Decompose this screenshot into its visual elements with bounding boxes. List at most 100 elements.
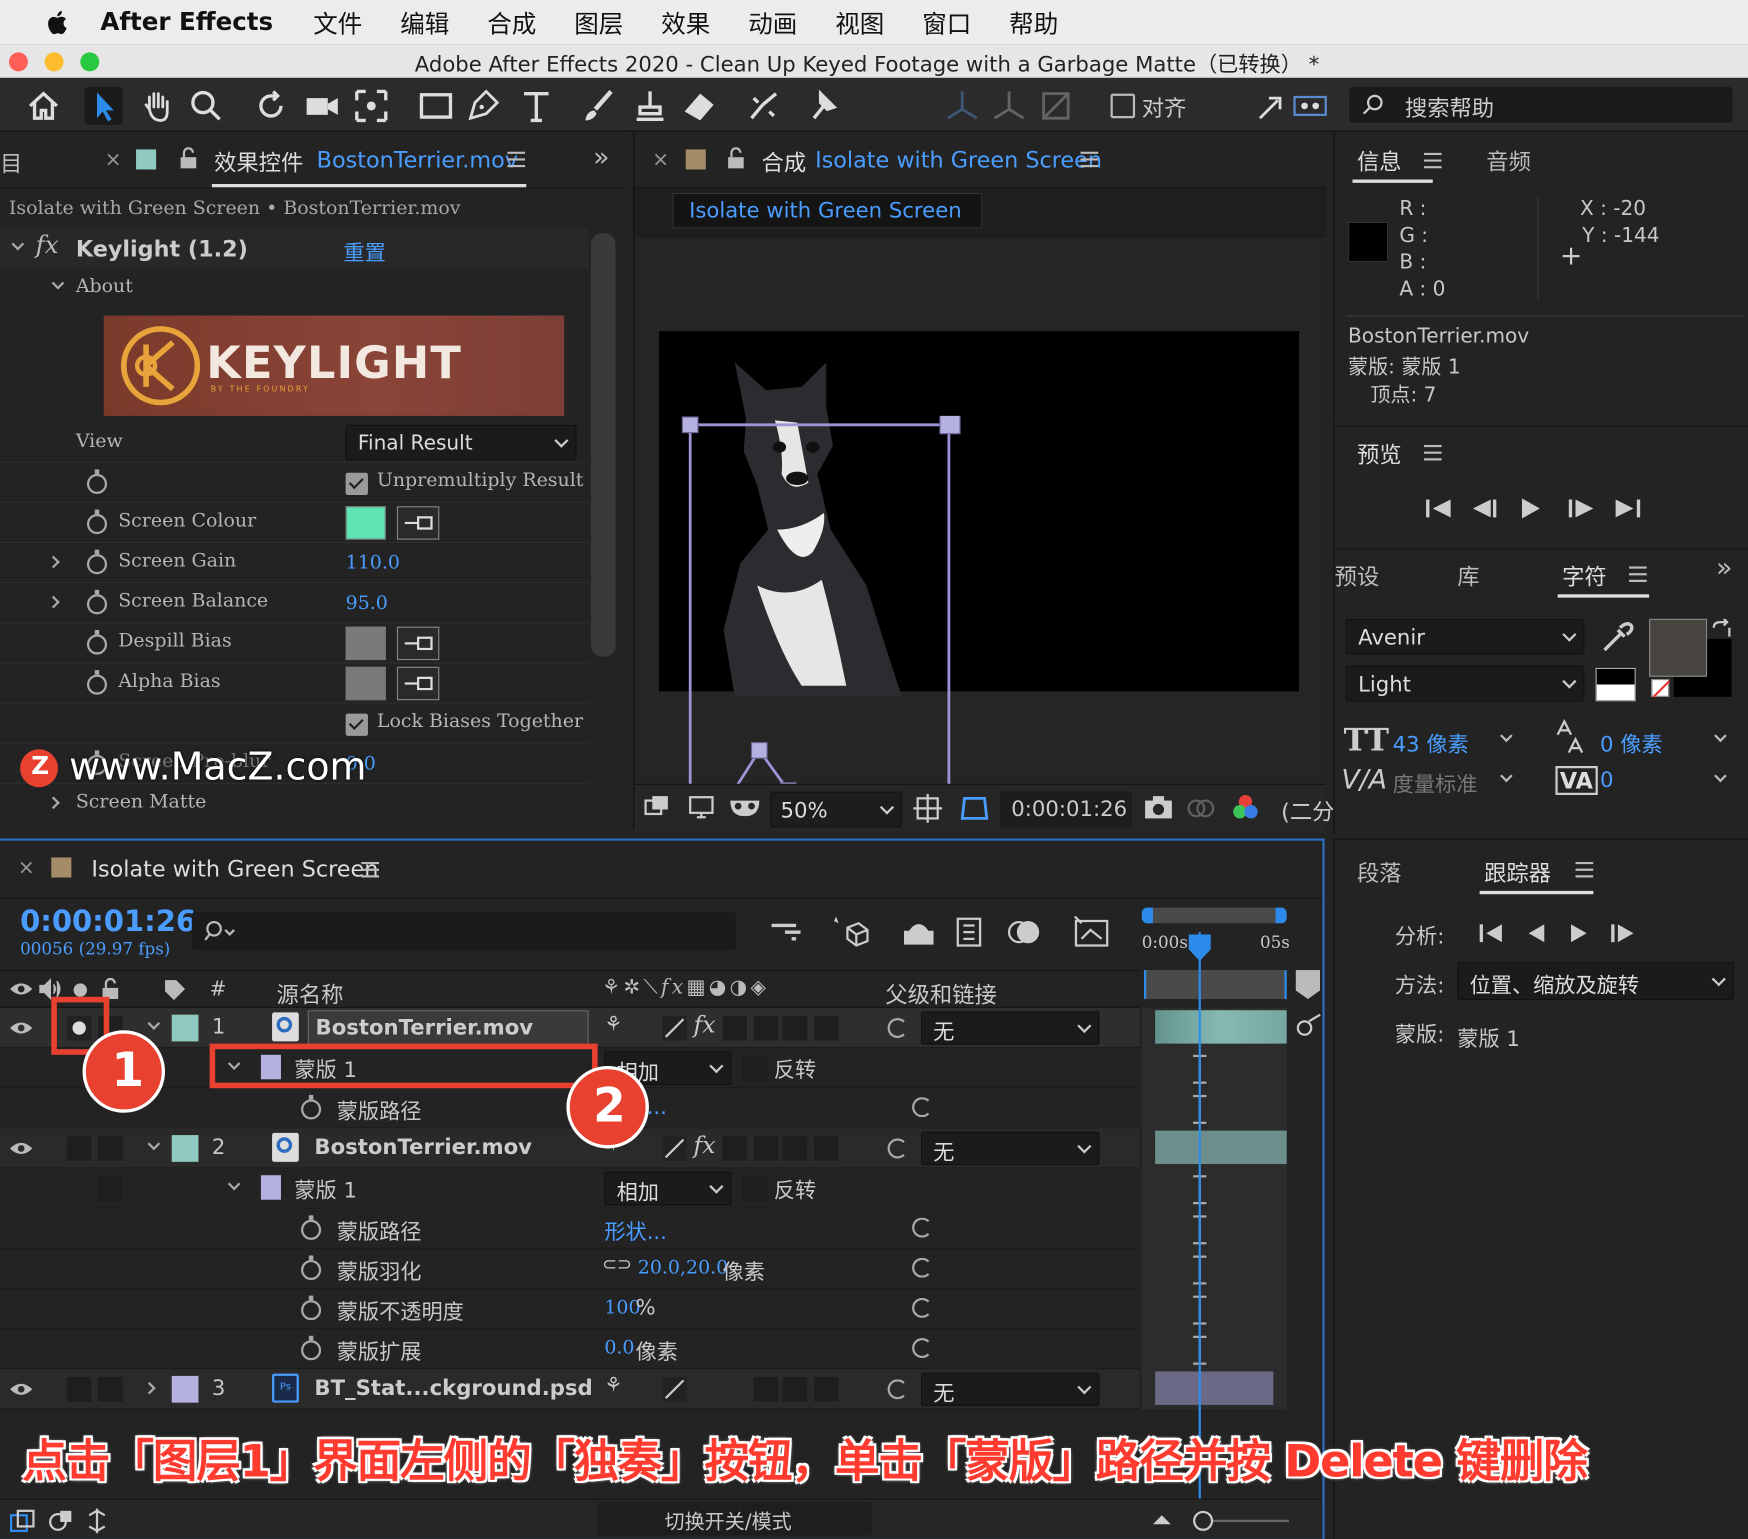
pick-whip-icon[interactable]	[912, 1097, 933, 1118]
layer-name-field[interactable]: BostonTerrier.mov	[307, 1010, 589, 1046]
time-navigator[interactable]	[1143, 970, 1287, 1000]
solo-button[interactable]	[66, 1136, 92, 1161]
stopwatch-icon[interactable]	[301, 1215, 322, 1240]
stopwatch-icon[interactable]	[86, 509, 108, 535]
switch-cell[interactable]	[722, 1015, 748, 1041]
home-icon[interactable]	[25, 87, 63, 125]
draft-3d-icon[interactable]	[832, 914, 870, 950]
always-preview-icon[interactable]	[643, 794, 670, 821]
library-tab[interactable]: 库	[1457, 559, 1479, 591]
panel-menu-icon[interactable]	[361, 861, 380, 878]
shy-switch-icon[interactable]: ⚘	[604, 1374, 622, 1397]
menu-help[interactable]: 帮助	[1009, 4, 1058, 40]
toggle-mask-path-icon[interactable]	[958, 792, 991, 825]
font-family-dropdown[interactable]: Avenir	[1345, 618, 1585, 655]
switch-cell[interactable]	[782, 1377, 808, 1402]
switch-cell[interactable]	[813, 1015, 839, 1041]
puppet-pin-tool-icon[interactable]	[805, 87, 843, 125]
panel-overflow-icon[interactable]: »	[1716, 552, 1732, 583]
workspace-layout-icon[interactable]	[1291, 87, 1329, 125]
eye-icon[interactable]	[9, 1380, 34, 1398]
expand-toggle[interactable]	[47, 595, 60, 609]
fx-switch-icon[interactable]: fx	[694, 1132, 716, 1159]
parent-dropdown[interactable]: 无	[920, 1011, 1100, 1045]
minimize-window-button[interactable]	[44, 52, 64, 72]
layer-row-3[interactable]: 3 Ps BT_Stat...ckground.psd ⚘ 无	[0, 1369, 1140, 1410]
type-tool-icon[interactable]	[517, 87, 555, 125]
fill-color-swatch[interactable]	[1649, 618, 1708, 677]
lock-toggle[interactable]	[98, 1377, 123, 1402]
layer-label-color[interactable]	[171, 1014, 199, 1042]
close-tab-icon[interactable]: ×	[105, 148, 122, 171]
project-tab[interactable]: 目	[0, 146, 22, 178]
switch-cell[interactable]	[782, 1136, 808, 1161]
workspace-expand-icon[interactable]	[1255, 87, 1293, 125]
toggle-switches-modes-button[interactable]: 切换开关/模式	[597, 1501, 872, 1536]
switch-cell[interactable]	[753, 1377, 779, 1402]
comp-tab-name[interactable]: Isolate with Green Screen	[815, 146, 1102, 173]
invert-checkbox[interactable]	[742, 1055, 768, 1081]
menu-view[interactable]: 视图	[835, 4, 884, 40]
mask-expansion-value[interactable]: 0.0	[604, 1337, 634, 1359]
switch-cell[interactable]	[813, 1377, 839, 1402]
stopwatch-icon[interactable]	[301, 1255, 322, 1281]
zoom-slider-handle[interactable]	[1193, 1510, 1214, 1531]
layer-label-color[interactable]	[171, 1135, 199, 1162]
solo-button[interactable]	[66, 1377, 92, 1402]
quality-switch[interactable]	[662, 1377, 687, 1402]
rotate-tool-icon[interactable]	[252, 87, 290, 125]
mask-color-swatch[interactable]	[260, 1175, 281, 1200]
panel-menu-icon[interactable]	[507, 151, 526, 168]
in-out-columns-icon[interactable]	[85, 1506, 110, 1535]
timeline-search-input[interactable]	[191, 912, 736, 950]
stopwatch-icon[interactable]	[301, 1335, 322, 1361]
stopwatch-icon[interactable]	[86, 629, 108, 655]
mask-feather-value[interactable]: 20.0,20.0	[638, 1257, 728, 1279]
mask-path-row-2[interactable]: 蒙版路径 形状...	[0, 1209, 1140, 1249]
eye-icon[interactable]	[9, 1140, 34, 1158]
layer-label-color[interactable]	[171, 1375, 199, 1403]
lock-icon[interactable]	[178, 147, 198, 169]
zoom-out-icon[interactable]	[1151, 1511, 1173, 1527]
comp-tab-label[interactable]: 合成	[762, 145, 807, 177]
close-tab-icon[interactable]: ×	[652, 148, 669, 171]
apple-icon[interactable]	[38, 9, 76, 36]
camera-tool-icon[interactable]	[303, 87, 341, 125]
comp-flow-tab[interactable]: Isolate with Green Screen	[672, 192, 983, 229]
comp-marker-bin-icon[interactable]	[1295, 970, 1321, 1000]
eraser-tool-icon[interactable]	[680, 87, 718, 125]
selection-tool-icon[interactable]	[84, 86, 123, 125]
layer-expand-toggle[interactable]	[143, 1381, 156, 1395]
eyedropper-icon[interactable]	[1598, 619, 1636, 657]
swap-colors-icon[interactable]	[1709, 618, 1734, 644]
monitor-icon[interactable]	[688, 794, 715, 821]
stopwatch-icon[interactable]	[301, 1094, 322, 1120]
snapshot-camera-icon[interactable]	[1143, 794, 1174, 821]
mask-path-value[interactable]: ...	[647, 1095, 667, 1120]
reset-link[interactable]: 重置	[343, 236, 385, 266]
safe-zones-icon[interactable]	[913, 793, 943, 823]
app-menu[interactable]: After Effects	[100, 8, 273, 36]
work-area-bar[interactable]	[1146, 907, 1285, 924]
mask-path-overlay[interactable]	[668, 415, 969, 837]
rectangle-tool-icon[interactable]	[417, 87, 455, 125]
timeline-tab[interactable]: Isolate with Green Screen	[91, 855, 378, 882]
stopwatch-icon[interactable]	[86, 670, 108, 695]
mask-row-2[interactable]: 蒙版 1 相加 反转	[0, 1169, 1140, 1209]
panel-overflow-icon[interactable]: »	[593, 142, 609, 173]
scrollbar[interactable]	[590, 233, 616, 657]
analyze-controls[interactable]	[1479, 922, 1636, 944]
comp-mini-flowchart-icon[interactable]	[769, 917, 802, 948]
panel-menu-icon[interactable]	[1080, 151, 1099, 168]
track-area[interactable]	[1141, 1007, 1287, 1410]
effect-controls-tab-label[interactable]: 效果控件	[214, 145, 303, 177]
panel-menu-icon[interactable]	[1629, 566, 1647, 583]
menu-window[interactable]: 窗口	[922, 4, 971, 40]
invert-checkbox[interactable]	[742, 1176, 768, 1201]
switch-cell[interactable]	[753, 1136, 779, 1161]
transfer-controls-icon[interactable]	[47, 1509, 74, 1534]
layer-2-bar[interactable]	[1155, 1130, 1287, 1165]
parent-dropdown[interactable]: 无	[920, 1131, 1100, 1166]
menu-file[interactable]: 文件	[313, 4, 362, 40]
mask-feather-row[interactable]: 蒙版羽化 ⊂⊃ 20.0,20.0 像素	[0, 1249, 1140, 1289]
